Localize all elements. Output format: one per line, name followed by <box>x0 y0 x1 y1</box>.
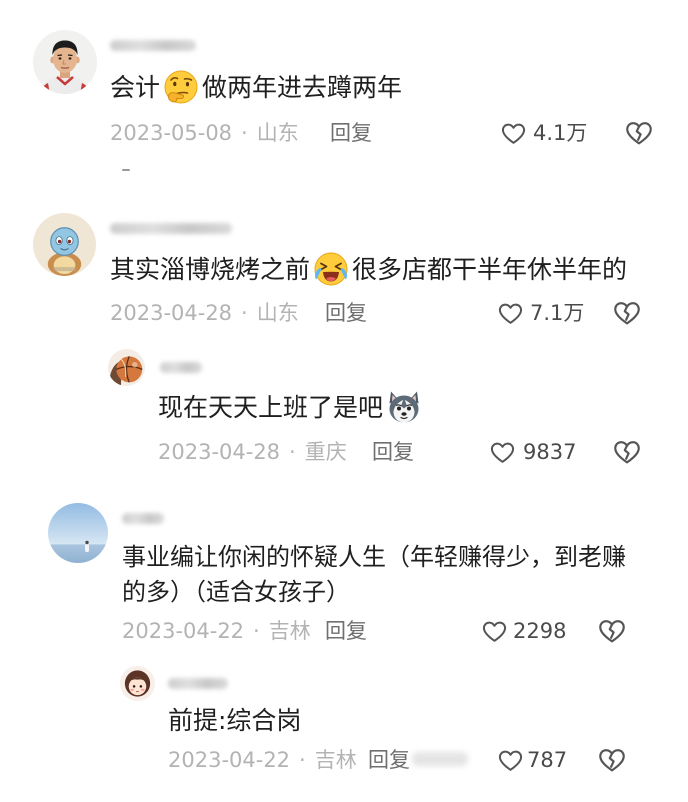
comment-item: 会计 做两年进去蹲两年 2023-05-08 · 山东 回复 4.1万 <box>0 0 688 171</box>
broken-heart-icon[interactable] <box>612 298 642 328</box>
meta-separator: · <box>253 619 260 643</box>
comment-text-part: 做两年进去蹲两年 <box>202 73 403 102</box>
like-count: 4.1万 <box>533 121 588 145</box>
comment-date: 2023-05-08 <box>110 121 233 145</box>
broken-heart-icon[interactable] <box>597 616 627 646</box>
comment-text: 前提:综合岗 <box>168 706 302 735</box>
comment-date: 2023-04-28 <box>158 440 281 464</box>
comment-date: 2023-04-28 <box>110 301 233 325</box>
username-blurred[interactable] <box>110 223 232 234</box>
comment-location: 吉林 <box>314 748 357 772</box>
comment-location: 山东 <box>256 121 299 145</box>
meta-separator: · <box>241 121 248 145</box>
username-blurred[interactable] <box>160 362 202 373</box>
comment-text-part: 其实淄博烧烤之前 <box>110 255 311 284</box>
comment-item: 事业编让你闲的怀疑人生（年轻赚得少，到老赚的多）（适合女孩子） 2023-04-… <box>0 490 688 660</box>
like-count: 2298 <box>513 619 567 643</box>
comment-item: 其实淄博烧烤之前 很多店都干半年休半年的 2023-04-28 · 山东 回复 7.… <box>0 182 688 352</box>
reply-button[interactable]: 回复 <box>325 618 367 644</box>
comment-text: 会计 做两年进去蹲两年 <box>110 70 403 104</box>
meta-separator: · <box>289 440 296 464</box>
avatar[interactable] <box>33 213 96 276</box>
divider-mark <box>122 169 130 171</box>
comment-meta: 2023-04-22 · 吉林 <box>122 618 311 644</box>
reply-button[interactable]: 回复 <box>330 120 372 146</box>
comment-text-part: 会计 <box>110 73 161 102</box>
comment-meta: 2023-04-28 · 重庆 <box>158 439 347 465</box>
crying-face-icon <box>313 251 349 287</box>
like-count: 9837 <box>523 440 577 464</box>
reply-button[interactable]: 回复 <box>368 747 410 773</box>
comment-location: 重庆 <box>304 440 347 464</box>
comment-text: 其实淄博烧烤之前 很多店都干半年休半年的 <box>110 252 628 286</box>
heart-outline-icon[interactable] <box>500 120 527 147</box>
husky-dog-icon <box>386 389 422 425</box>
broken-heart-icon[interactable] <box>612 437 642 467</box>
comment-text-part: 现在天天上班了是吧 <box>158 393 384 422</box>
reply-button[interactable]: 回复 <box>325 300 367 326</box>
meta-separator: · <box>241 301 248 325</box>
comment-text: 现在天天上班了是吧 <box>158 391 425 423</box>
username-blurred[interactable] <box>122 513 164 524</box>
username-blurred[interactable] <box>168 678 228 689</box>
broken-heart-icon[interactable] <box>597 745 627 775</box>
heart-outline-icon[interactable] <box>489 439 516 466</box>
like-count: 787 <box>527 748 568 772</box>
comment-location: 吉林 <box>268 619 311 643</box>
comment-text-part: 很多店都干半年休半年的 <box>352 255 628 284</box>
thinking-face-icon <box>163 69 199 105</box>
meta-separator: · <box>299 748 306 772</box>
like-count: 7.1万 <box>530 301 585 325</box>
comment-meta: 2023-04-22 · 吉林 <box>168 747 357 773</box>
watermark-blurred <box>412 752 468 766</box>
username-blurred[interactable] <box>110 40 196 51</box>
comment-meta: 2023-04-28 · 山东 <box>110 300 299 326</box>
avatar[interactable] <box>33 30 97 94</box>
comment-date: 2023-04-22 <box>122 619 245 643</box>
reply-button[interactable]: 回复 <box>372 439 414 465</box>
reply-item: 现在天天上班了是吧 2023-04-28 · 重庆 回复 9837 <box>0 330 688 500</box>
heart-outline-icon[interactable] <box>497 747 524 774</box>
comment-text: 事业编让你闲的怀疑人生（年轻赚得少，到老赚的多）（适合女孩子） <box>122 543 626 606</box>
comment-date: 2023-04-22 <box>168 748 291 772</box>
avatar[interactable] <box>108 349 145 386</box>
reply-item: 前提:综合岗 2023-04-22 · 吉林 回复 787 <box>0 655 688 802</box>
comment-location: 山东 <box>256 301 299 325</box>
heart-outline-icon[interactable] <box>481 618 508 645</box>
avatar[interactable] <box>120 666 155 701</box>
avatar[interactable] <box>48 503 108 563</box>
comment-meta: 2023-05-08 · 山东 <box>110 120 299 146</box>
heart-outline-icon[interactable] <box>497 300 524 327</box>
broken-heart-icon[interactable] <box>624 118 654 148</box>
